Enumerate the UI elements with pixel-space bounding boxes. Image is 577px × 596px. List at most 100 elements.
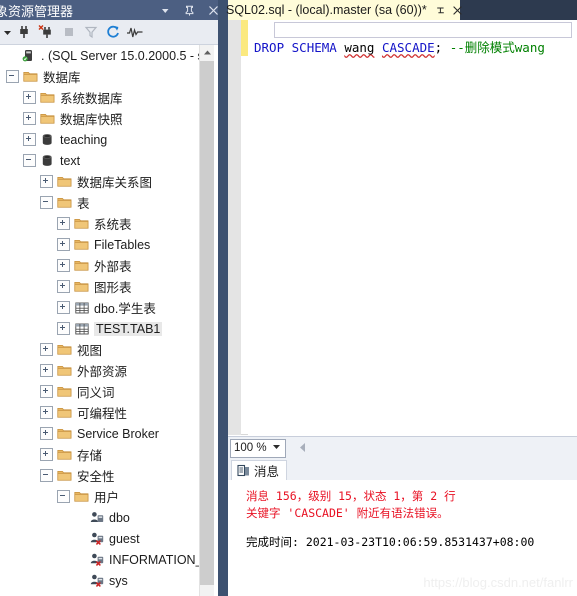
chevron-down-icon[interactable] [272,442,281,454]
tree-node-label: 用户 [94,491,120,505]
pin-icon[interactable] [183,4,196,17]
tree-node[interactable]: INFORMATION_ [0,549,214,570]
scroll-up-arrow[interactable] [200,45,214,60]
tree-node[interactable]: dbo.学生表 [0,297,214,318]
collapse-icon[interactable] [40,469,53,482]
connect-icon[interactable] [14,21,36,43]
collapse-icon[interactable] [40,196,53,209]
tree-node-label: 安全性 [77,470,115,484]
tree-node[interactable]: 数据库快照 [0,108,214,129]
tab-sql02[interactable]: SQL02.sql - (local).master (sa (60))* [226,0,463,20]
message-line: 完成时间: 2021-03-23T10:06:59.8531437+08:00 [246,535,535,549]
tree-node-label: . (SQL Server 15.0.2000.5 - sa) [41,48,214,63]
zoom-level-select[interactable]: 100 % [230,438,286,458]
folder-icon [39,91,56,104]
expand-icon[interactable] [40,364,53,377]
tree-node[interactable]: teaching [0,129,214,150]
tree-node-label: 表 [77,197,90,211]
current-line-highlight [274,22,572,38]
collapse-icon[interactable] [23,154,36,167]
expand-icon[interactable] [40,385,53,398]
activity-monitor-icon[interactable] [124,21,146,43]
tab-close-icon[interactable] [452,5,463,16]
tree-node[interactable]: text [0,150,214,171]
server-icon [20,49,37,62]
tree-node-label: 同义词 [77,386,115,400]
tree-node[interactable]: 外部资源 [0,360,214,381]
panel-dropdown-icon[interactable] [159,4,172,17]
tree-node[interactable]: sys [0,570,214,591]
tree-node[interactable]: guest [0,528,214,549]
horizontal-scroll-left-arrow[interactable] [296,442,310,453]
tree-node-label: 可编程性 [77,407,128,421]
tree-node[interactable]: 数据库 [0,66,214,87]
expand-icon[interactable] [57,301,70,314]
tree-vertical-scrollbar[interactable] [199,45,214,596]
tab-title: SQL02.sql - (local).master (sa (60))* [226,3,427,17]
results-tabstrip: 消息 [228,458,577,481]
tree-node-spacer [74,575,85,586]
expand-icon[interactable] [40,343,53,356]
tab-messages[interactable]: 消息 [231,460,288,480]
folder-icon [56,196,73,209]
tree-node[interactable]: 系统数据库 [0,87,214,108]
code-editor[interactable]: DROP SCHEMA wang CASCADE; --删除模式wang [228,20,577,435]
disconnect-icon[interactable] [36,21,58,43]
tree-node-label: FileTables [94,237,151,252]
message-line: 消息 156，级别 15，状态 1，第 2 行 [246,489,456,503]
tree-node-spacer [6,50,17,61]
expand-icon[interactable] [57,238,70,251]
tree-node[interactable]: 用户 [0,486,214,507]
folder-icon [56,364,73,377]
tree-node[interactable]: 图形表 [0,276,214,297]
filter-icon[interactable] [80,21,102,43]
tree-node[interactable]: 表 [0,192,214,213]
tree-node[interactable]: 存储 [0,444,214,465]
folder-icon [73,259,90,272]
tree-node[interactable]: wang [0,591,214,596]
expand-icon[interactable] [57,322,70,335]
expand-icon[interactable] [23,133,36,146]
expand-icon[interactable] [40,175,53,188]
tree-node[interactable]: FileTables [0,234,214,255]
tree-node[interactable]: 数据库关系图 [0,171,214,192]
collapse-icon[interactable] [57,490,70,503]
expand-icon[interactable] [57,280,70,293]
user-icon [88,511,105,524]
collapse-icon[interactable] [6,70,19,83]
folder-icon [56,448,73,461]
tree-node-label: INFORMATION_ [109,552,203,567]
folder-icon [56,406,73,419]
tree-node-spacer [74,554,85,565]
tree-node[interactable]: Service Broker [0,423,214,444]
tree-node-label: 视图 [77,344,103,358]
stop-icon[interactable] [58,21,80,43]
tree-node-label: text [60,153,81,168]
expand-icon[interactable] [23,91,36,104]
connect-dropdown-icon[interactable] [0,21,14,43]
tree-node[interactable]: 系统表 [0,213,214,234]
scrollbar-thumb[interactable] [200,61,214,585]
tree-node[interactable]: 视图 [0,339,214,360]
tree-node[interactable]: . (SQL Server 15.0.2000.5 - sa) [0,45,214,66]
tree-node[interactable]: TEST.TAB1 [0,318,214,339]
tree-node[interactable]: 安全性 [0,465,214,486]
expand-icon[interactable] [57,259,70,272]
refresh-icon[interactable] [102,21,124,43]
sql-keyword-drop: DROP [254,40,285,55]
expand-icon[interactable] [40,448,53,461]
zoom-level-value: 100 % [234,442,267,454]
code-text-area[interactable]: DROP SCHEMA wang CASCADE; --删除模式wang [248,20,577,435]
tree-node[interactable]: dbo [0,507,214,528]
object-explorer-toolbar [0,20,228,45]
panel-splitter[interactable] [218,0,228,596]
expand-icon[interactable] [57,217,70,230]
tree-node[interactable]: 同义词 [0,381,214,402]
tree-node[interactable]: 外部表 [0,255,214,276]
tab-pin-icon[interactable] [435,5,446,16]
object-explorer-tree[interactable]: . (SQL Server 15.0.2000.5 - sa) 数据库 系统数据库数… [0,45,214,596]
expand-icon[interactable] [40,406,53,419]
expand-icon[interactable] [23,112,36,125]
tree-node[interactable]: 可编程性 [0,402,214,423]
expand-icon[interactable] [40,427,53,440]
